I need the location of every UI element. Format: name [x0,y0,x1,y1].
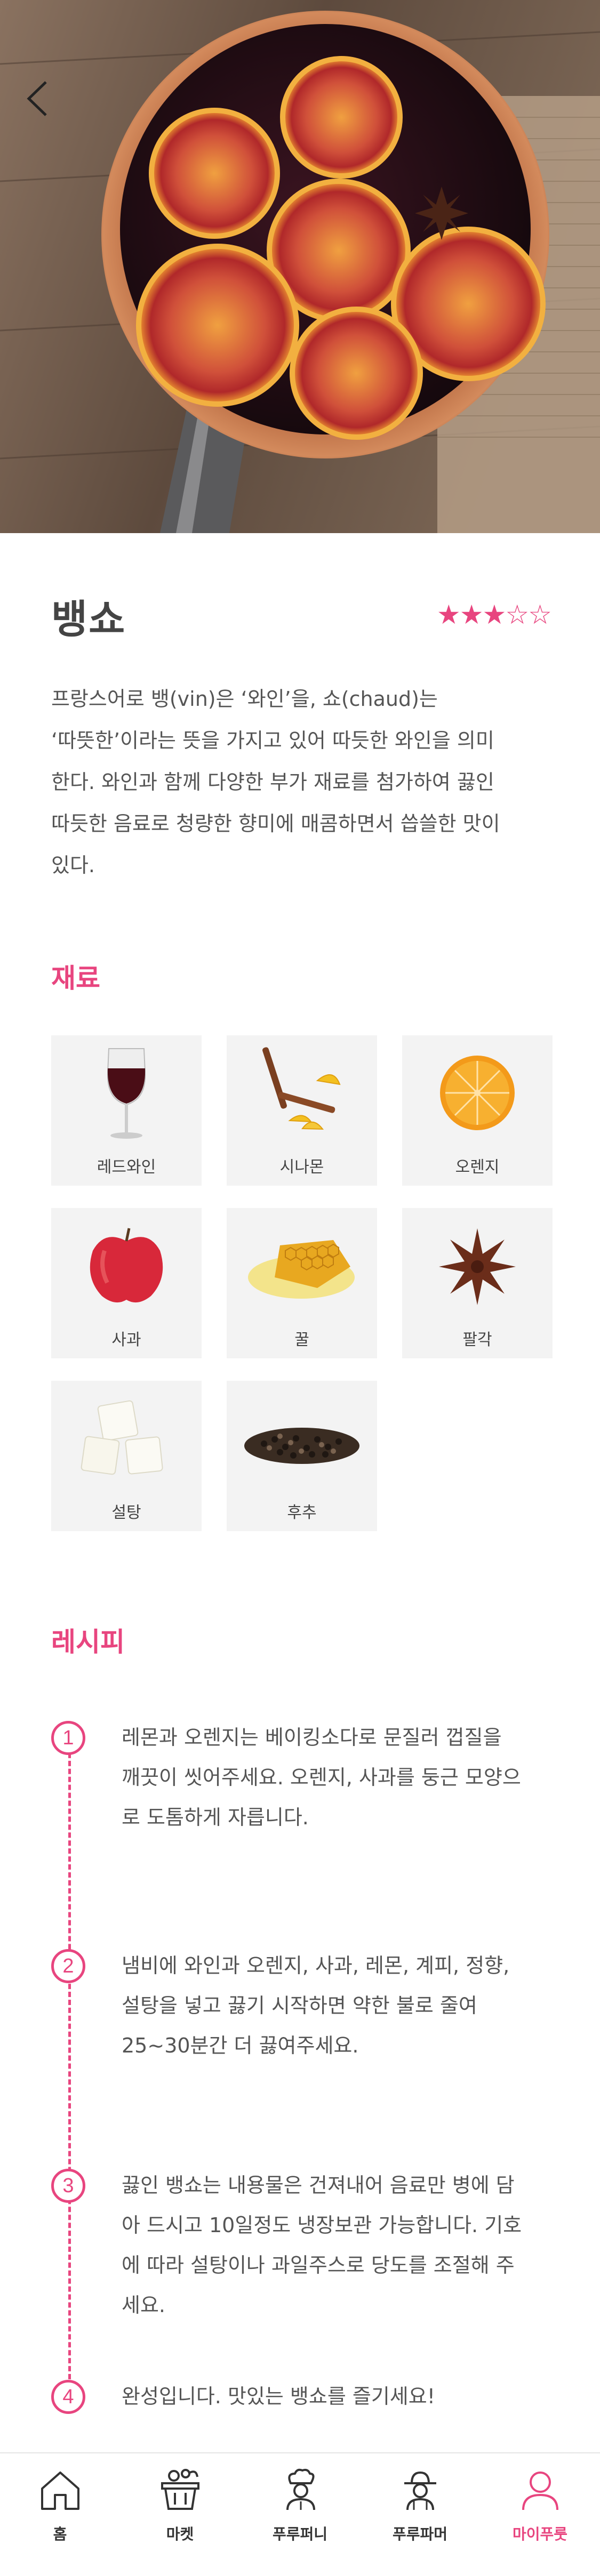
nav-item-market[interactable]: 마켓 [120,2453,240,2576]
ingredient-label: 레드와인 [97,1158,156,1177]
ingredient-card-apple[interactable]: 사과 [51,1208,202,1358]
ingredient-card-honey[interactable]: 꿀 [227,1208,377,1358]
ingredient-label: 시나몬 [279,1158,324,1177]
home-icon [41,2472,79,2510]
ingredient-label: 설탕 [111,1503,141,1522]
ingredient-card-sugar[interactable]: 설탕 [51,1381,202,1531]
nav-label: 푸루파머 [392,2525,448,2543]
nav-item-home[interactable]: 홈 [0,2453,120,2576]
step-text: 레몬과 오렌지는 베이킹소다로 문질러 껍질을 깨끗이 씻어주세요. 오렌지, … [122,1726,521,1829]
step-number-badge: 3 [51,2169,85,2203]
chevron-left-icon [27,81,47,116]
mulled-wine-pot-image [0,0,600,533]
step-text: 끓인 뱅쇼는 내용물은 건져내어 음료만 병에 담 아 드시고 10일정도 냉장… [122,2174,522,2317]
step-number-badge: 2 [51,1949,85,1983]
nav-label: 마이푸룻 [512,2525,568,2543]
nav-item-my-purut[interactable]: 마이푸룻 [480,2453,600,2576]
ingredient-card-cinnamon[interactable]: 시나몬 [227,1035,377,1186]
recipe-description: 프랑스어로 뱅(vin)은 ‘와인’을, 쇼(chaud)는 ‘따뜻한’이라는 … [51,687,500,877]
ingredients-grid: 레드와인 시나몬 오렌지 사과 꿀 팔각 설탕 후추 [51,1035,553,1531]
farmer-icon [404,2471,436,2510]
bottom-nav: 홈 마켓 푸루퍼니 푸루파머 마이푸룻 [0,2452,600,2576]
ingredient-label: 꿀 [294,1331,309,1349]
nav-label: 푸루퍼니 [272,2525,328,2543]
nav-item-purupamer[interactable]: 푸루파머 [360,2453,480,2576]
ingredient-card-orange[interactable]: 오렌지 [402,1035,553,1186]
ingredients-heading: 재료 [51,963,100,994]
step-number-badge: 4 [51,2380,85,2414]
ingredient-label: 오렌지 [455,1158,500,1177]
user-icon [522,2472,558,2510]
step-text: 냄비에 와인과 오렌지, 사과, 레몬, 계피, 정향, 설탕을 넣고 끓기 시… [122,1954,510,2057]
back-button[interactable] [26,80,68,133]
nav-label: 마켓 [166,2525,194,2543]
ingredient-card-pepper[interactable]: 후추 [227,1381,377,1531]
step-text: 완성입니다. 맛있는 뱅쇼를 즐기세요! [122,2385,435,2408]
chef-icon [286,2468,315,2510]
nav-item-purupeoni[interactable]: 푸루퍼니 [240,2453,360,2576]
steps-timeline [68,1737,71,2387]
ingredient-label: 사과 [111,1331,141,1349]
ingredient-card-red-wine[interactable]: 레드와인 [51,1035,202,1186]
page-title: 뱅쇼 [51,597,126,642]
recipe-heading: 레시피 [51,1627,125,1657]
hero-image [0,0,600,533]
ingredient-label: 팔각 [462,1331,492,1349]
ingredient-label: 후추 [287,1503,317,1522]
ingredient-card-star-anise[interactable]: 팔각 [402,1208,553,1358]
difficulty-rating: ★★★☆☆ [436,599,552,630]
market-basket-icon [161,2469,199,2510]
nav-label: 홈 [53,2525,67,2543]
step-number-badge: 1 [51,1721,85,1755]
